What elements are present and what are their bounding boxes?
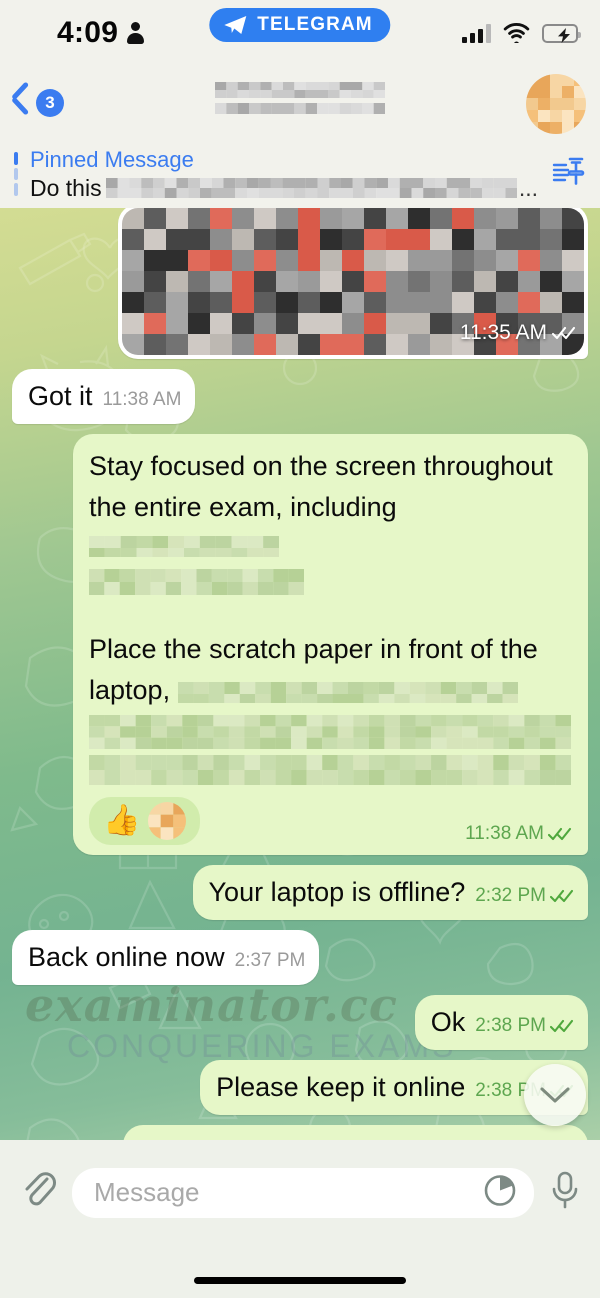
chat-message-area[interactable]: examinator.cc CONQUERING EXAMS 11:35 AM (0, 208, 600, 1140)
person-icon (127, 22, 145, 44)
message-row: The tech team may need to test your lapt… (12, 1125, 588, 1140)
read-ticks-icon (550, 1019, 574, 1033)
message-time: 2:38 PM (475, 1015, 546, 1036)
status-bar-left: 4:09 (57, 16, 145, 50)
message-text: Ok (430, 1007, 466, 1037)
chat-subtitle-redacted (215, 102, 385, 114)
pinned-message-text: Do this (30, 174, 102, 201)
message-meta: 11:38 AM (465, 823, 572, 845)
pinned-message-ellipsis: ... (518, 174, 538, 201)
message-row: Please keep it online 2:38 PM (12, 1060, 588, 1115)
unread-count-badge: 3 (36, 89, 64, 117)
message-text: Please keep it online (216, 1072, 466, 1102)
instructions-line-2: the entire exam, including (89, 492, 397, 522)
message-bubble-back-online[interactable]: Back online now 2:37 PM (12, 930, 320, 985)
message-row: Got it 11:38 AM (12, 369, 588, 424)
chat-title-area[interactable] (200, 78, 400, 114)
telegram-plane-icon (224, 16, 247, 34)
message-bubble-ok[interactable]: Ok 2:38 PM (414, 995, 588, 1050)
message-text: Your laptop is offline? (208, 877, 466, 907)
message-text: Back online now (28, 942, 225, 972)
message-row: Stay focused on the screen throughout th… (12, 434, 588, 855)
message-time: 11:38 AM (465, 823, 544, 844)
pinned-message-bar[interactable]: Pinned Message Do this ... (0, 140, 600, 208)
message-bubble-got-it[interactable]: Got it 11:38 AM (12, 369, 196, 424)
instructions-redacted-inline-2 (177, 679, 518, 703)
scroll-to-bottom-button[interactable] (524, 1064, 586, 1126)
photo-message-bubble[interactable]: 11:35 AM (118, 208, 588, 359)
instructions-redacted-line-1 (89, 569, 304, 595)
photo-message-time: 11:35 AM (459, 321, 547, 344)
instructions-line-1: Stay focused on the screen throughout (89, 451, 553, 481)
status-time: 4:09 (57, 16, 119, 49)
microphone-icon[interactable] (548, 1168, 582, 1217)
back-chevron-icon (10, 87, 30, 119)
instructions-line-4: laptop, (89, 675, 171, 705)
message-meta: 2:32 PM (475, 885, 574, 907)
chat-header: 3 (0, 66, 600, 140)
message-input-bar: Message (0, 1140, 600, 1245)
message-text: Got it (28, 381, 93, 411)
paperclip-icon[interactable] (18, 1169, 58, 1216)
message-input-field[interactable]: Message (72, 1167, 534, 1218)
pinned-message-title: Pinned Message (30, 146, 194, 172)
reaction-pill[interactable]: 👍 (89, 797, 201, 845)
wifi-icon (503, 23, 530, 43)
read-ticks-icon (550, 889, 574, 903)
dynamic-island-telegram-pill[interactable]: TELEGRAM (209, 8, 391, 42)
photo-message-meta: 11:35 AM (460, 321, 576, 345)
message-input-placeholder: Message (94, 1177, 200, 1207)
message-meta: 2:38 PM (475, 1015, 574, 1037)
chat-title-redacted (215, 82, 385, 98)
message-row: 11:35 AM (12, 208, 588, 359)
instructions-redacted-line-3 (89, 755, 571, 785)
battery-charging-icon (542, 23, 581, 43)
pinned-indicator-bars (14, 152, 18, 197)
message-time: 2:37 PM (234, 950, 306, 971)
chevron-down-icon (540, 1087, 570, 1103)
instructions-line-4-row: laptop, (89, 672, 572, 709)
message-time: 2:32 PM (475, 885, 546, 906)
instructions-line-3: Place the scratch paper in front of the (89, 634, 538, 664)
status-bar-right (462, 23, 581, 43)
message-row: Your laptop is offline? 2:32 PM (12, 865, 588, 920)
instructions-redacted-line-2 (89, 715, 571, 749)
back-button[interactable]: 3 (10, 87, 64, 119)
message-bubble-instructions[interactable]: Stay focused on the screen throughout th… (73, 434, 588, 855)
sticker-icon[interactable] (482, 1172, 518, 1213)
pinned-message-redacted (105, 178, 517, 198)
home-bar-wrap (0, 1262, 600, 1298)
instructions-line-2-row: the entire exam, including (89, 489, 572, 563)
pinned-message-body: Pinned Message Do this ... (30, 147, 538, 202)
pin-list-icon[interactable] (548, 155, 586, 194)
message-list: 11:35 AM Got it 11:38 AM Stay focused on… (0, 208, 600, 1140)
avatar[interactable] (526, 74, 586, 134)
home-indicator-area (0, 1245, 600, 1298)
reaction-redacted-avatar (148, 802, 187, 840)
home-indicator (194, 1276, 406, 1284)
instructions-redacted-inline (89, 533, 279, 557)
thumbs-up-icon: 👍 (103, 804, 141, 837)
message-time: 11:38 AM (102, 389, 182, 410)
island-label: TELEGRAM (257, 14, 373, 35)
message-bubble-tech-team[interactable]: The tech team may need to test your lapt… (123, 1125, 588, 1140)
telegram-chat-screen: 4:09 TELEGRAM 3 Pinned Message Do this .… (0, 0, 600, 1298)
read-ticks-icon (548, 827, 572, 841)
message-row: Back online now 2:37 PM (12, 930, 588, 985)
message-bubble-laptop-offline[interactable]: Your laptop is offline? 2:32 PM (192, 865, 588, 920)
status-bar: 4:09 TELEGRAM (0, 0, 600, 66)
read-ticks-icon (552, 326, 576, 340)
message-row: Ok 2:38 PM (12, 995, 588, 1050)
pinned-message-text-row: Do this ... (30, 175, 538, 202)
cellular-signal-icon (462, 23, 491, 43)
